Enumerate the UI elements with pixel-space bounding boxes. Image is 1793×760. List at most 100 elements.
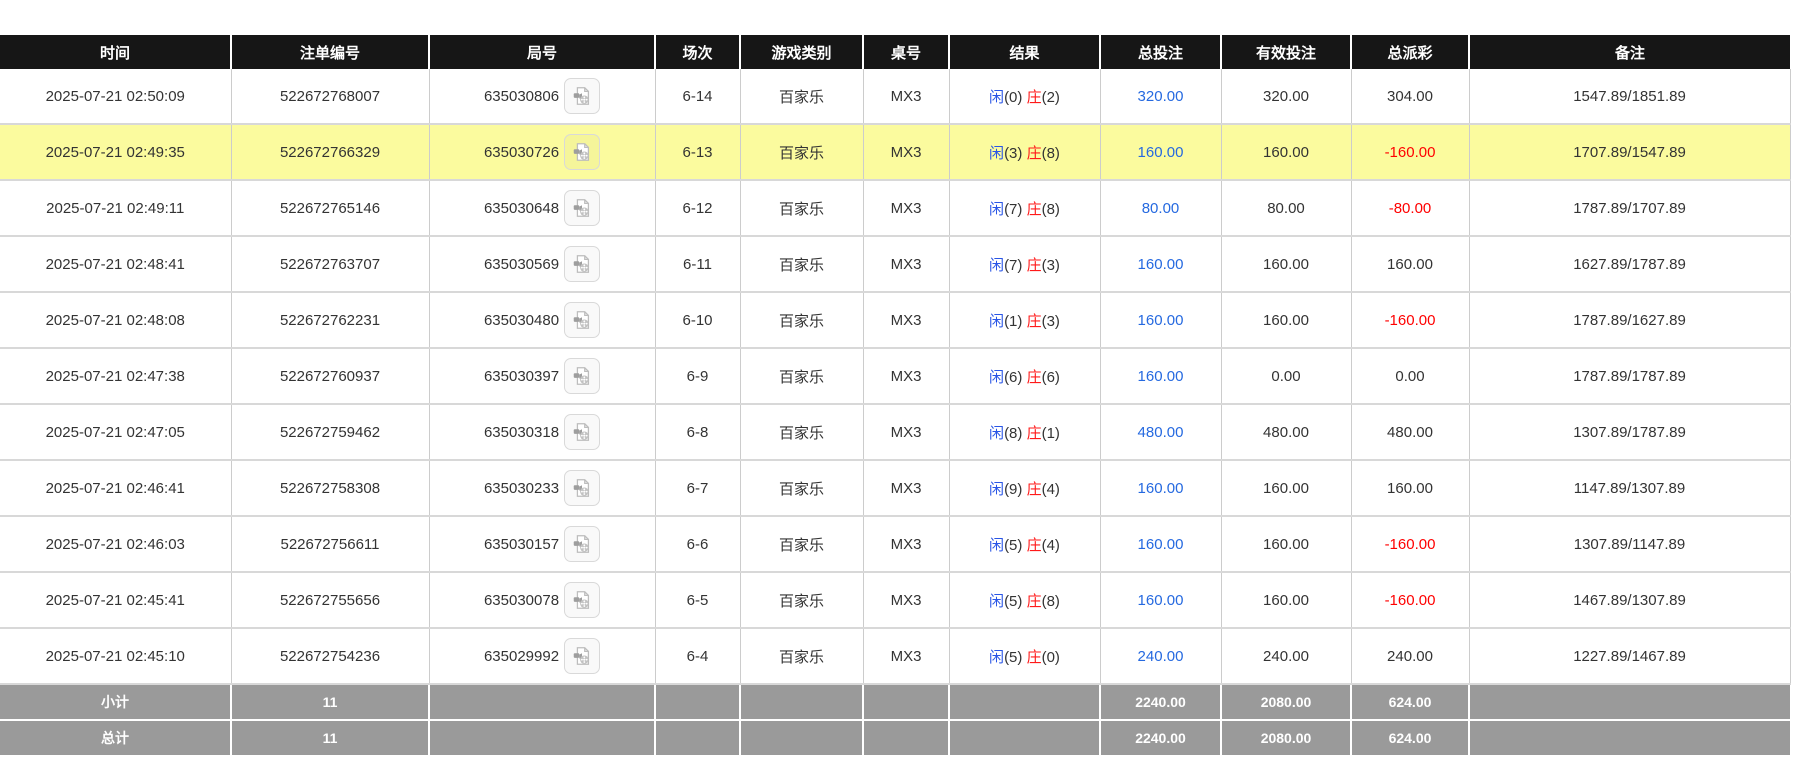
cell-valid-bet: 160.00: [1221, 236, 1352, 293]
cell-remark: 1227.89/1467.89: [1469, 628, 1791, 685]
cell-table-no: MX3: [863, 292, 950, 349]
round-id-value: 635030318: [483, 423, 560, 441]
cell-remark: 1787.89/1707.89: [1469, 180, 1791, 237]
cell-total-bet: 160.00: [1100, 124, 1222, 181]
cell-round-id: 635030569: [429, 236, 656, 293]
total-bet-link[interactable]: 160.00: [1138, 536, 1184, 553]
video-replay-button[interactable]: [564, 414, 601, 450]
cell-result: 闲(3) 庄(8): [949, 124, 1101, 181]
total-bet-link[interactable]: 160.00: [1138, 312, 1184, 329]
round-id-group: 635030648: [434, 190, 651, 226]
cell-remark: 1787.89/1627.89: [1469, 292, 1791, 349]
round-id-value: 635030157: [483, 535, 560, 553]
cell-total-bet: 160.00: [1100, 460, 1222, 517]
cell-remark: 1547.89/1851.89: [1469, 69, 1791, 125]
video-replay-button[interactable]: [564, 302, 601, 338]
player-result-score: (7): [1004, 256, 1023, 274]
banker-result-label: 庄: [1026, 648, 1042, 666]
round-id-value: 635029992: [483, 647, 560, 665]
banker-result-label: 庄: [1026, 480, 1042, 498]
player-result-label: 闲: [989, 144, 1005, 162]
video-replay-icon: [573, 311, 590, 329]
cell-table-no: MX3: [863, 404, 950, 461]
table-row: 2025-07-21 02:49:35 522672766329 635030726…: [0, 124, 1791, 181]
player-result-label: 闲: [989, 480, 1005, 498]
player-result-label: 闲: [989, 200, 1005, 218]
total-bet-link[interactable]: 160.00: [1138, 368, 1184, 385]
column-header-remark: 备注: [1469, 35, 1790, 69]
column-header-time: 时间: [0, 35, 232, 69]
summary-empty-round: [429, 684, 656, 721]
player-result-score: (3): [1004, 144, 1023, 162]
cell-bet-id: 522672762231: [231, 292, 430, 349]
video-replay-icon: [573, 87, 590, 105]
column-header-total_bet: 总投注: [1100, 35, 1222, 69]
video-replay-button[interactable]: [564, 470, 601, 506]
cell-result: 闲(6) 庄(6): [949, 348, 1101, 405]
cell-table-no: MX3: [863, 460, 950, 517]
cell-game-type: 百家乐: [740, 460, 864, 517]
video-replay-button[interactable]: [564, 78, 601, 114]
total-bet-link[interactable]: 160.00: [1138, 480, 1184, 497]
cell-result: 闲(7) 庄(8): [949, 180, 1101, 237]
total-bet-link[interactable]: 160.00: [1138, 256, 1184, 273]
video-replay-button[interactable]: [564, 638, 601, 674]
table-row: 2025-07-21 02:49:11 522672765146 635030648…: [0, 180, 1791, 237]
total-bet-link[interactable]: 80.00: [1142, 200, 1180, 217]
cell-time: 2025-07-21 02:47:05: [0, 404, 232, 461]
summary-count: 11: [231, 684, 430, 721]
total-bet-link[interactable]: 160.00: [1138, 592, 1184, 609]
summary-empty-session: [655, 720, 741, 757]
cell-session: 6-10: [655, 292, 741, 349]
video-replay-button[interactable]: [564, 582, 601, 618]
cell-result: 闲(0) 庄(2): [949, 69, 1101, 125]
cell-round-id: 635030078: [429, 572, 656, 629]
video-replay-button[interactable]: [564, 190, 601, 226]
round-id-value: 635030480: [483, 311, 560, 329]
cell-bet-id: 522672754236: [231, 628, 430, 685]
cell-valid-bet: 160.00: [1221, 516, 1352, 573]
cell-valid-bet: 80.00: [1221, 180, 1352, 237]
cell-table-no: MX3: [863, 124, 950, 181]
total-bet-link[interactable]: 240.00: [1138, 648, 1184, 665]
total-bet-link[interactable]: 480.00: [1138, 424, 1184, 441]
cell-bet-id: 522672756611: [231, 516, 430, 573]
cell-session: 6-8: [655, 404, 741, 461]
player-result-label: 闲: [989, 424, 1005, 442]
column-header-bet_id: 注单编号: [231, 35, 430, 69]
cell-time: 2025-07-21 02:50:09: [0, 69, 232, 125]
cell-session: 6-6: [655, 516, 741, 573]
table-row: 2025-07-21 02:47:38 522672760937 635030397…: [0, 348, 1791, 405]
cell-valid-bet: 160.00: [1221, 572, 1352, 629]
table-summary: 小计 11 2240.00 2080.00 624.00 总计 11 2240.00 2080.…: [0, 684, 1790, 757]
video-replay-button[interactable]: [564, 526, 601, 562]
cell-total-payout: -160.00: [1351, 516, 1470, 573]
cell-bet-id: 522672766329: [231, 124, 430, 181]
video-replay-button[interactable]: [564, 134, 601, 170]
column-header-valid_bet: 有效投注: [1221, 35, 1352, 69]
cell-remark: 1707.89/1547.89: [1469, 124, 1791, 181]
total-bet-link[interactable]: 320.00: [1138, 88, 1184, 105]
summary-valid-bet: 2080.00: [1221, 684, 1352, 721]
cell-remark: 1307.89/1147.89: [1469, 516, 1791, 573]
cell-session: 6-9: [655, 348, 741, 405]
cell-time: 2025-07-21 02:48:08: [0, 292, 232, 349]
video-replay-icon: [573, 255, 590, 273]
cell-total-bet: 160.00: [1100, 236, 1222, 293]
total-bet-link[interactable]: 160.00: [1138, 144, 1184, 161]
summary-empty-session: [655, 684, 741, 721]
video-replay-button[interactable]: [564, 358, 601, 394]
video-replay-button[interactable]: [564, 246, 601, 282]
summary-empty-table-no: [863, 684, 950, 721]
player-result-score: (1): [1004, 312, 1023, 330]
table-row: 2025-07-21 02:46:03 522672756611 635030157…: [0, 516, 1791, 573]
banker-result-label: 庄: [1026, 144, 1042, 162]
cell-session: 6-11: [655, 236, 741, 293]
table-header: 时间 注单编号 局号 场次 游戏类别 桌号 结果 总投注 有效投注 总派彩 备注: [0, 35, 1790, 69]
summary-label: 总计: [0, 720, 232, 757]
summary-total-bet: 2240.00: [1100, 720, 1222, 757]
player-result-score: (5): [1004, 592, 1023, 610]
round-id-group: 635030806: [434, 78, 651, 114]
summary-empty-game-type: [740, 720, 864, 757]
player-result-score: (6): [1004, 368, 1023, 386]
